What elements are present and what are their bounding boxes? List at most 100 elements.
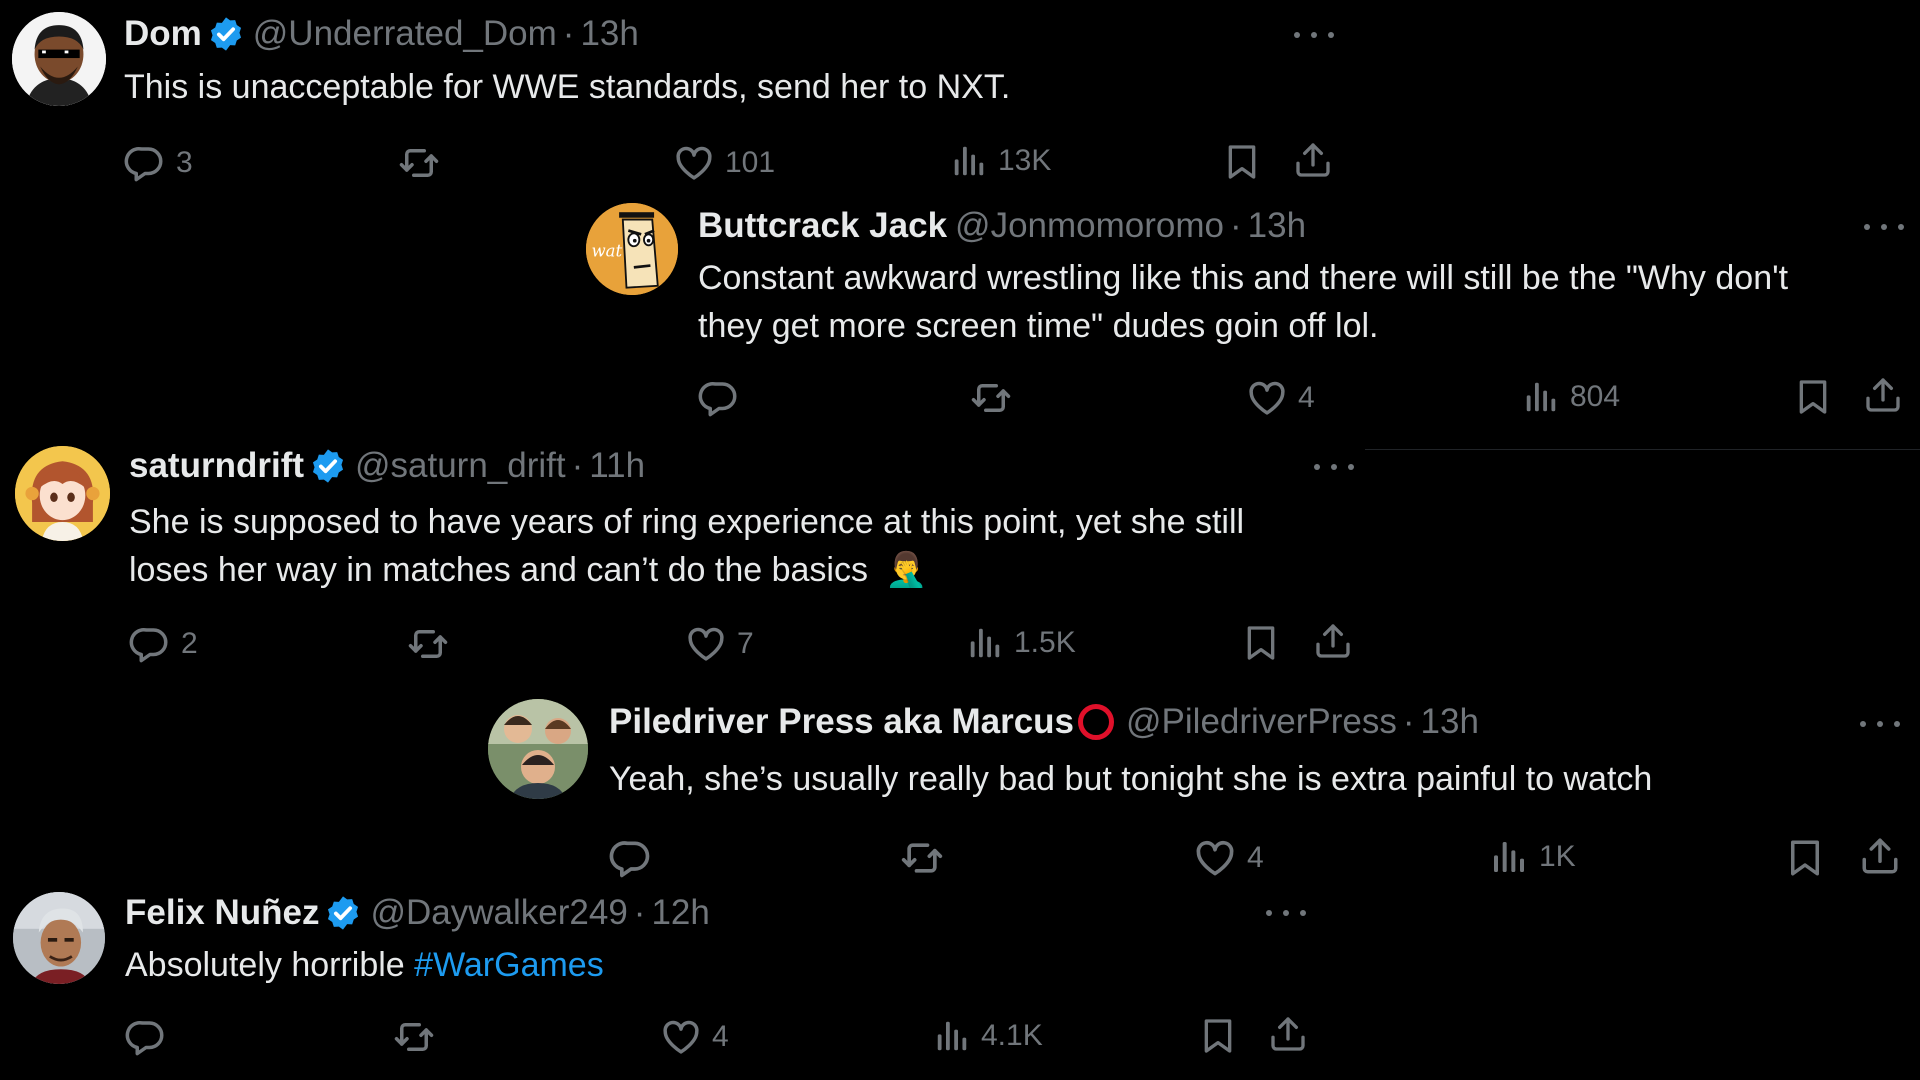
view-count: 804	[1570, 380, 1621, 413]
tweet-text-plain: Absolutely horrible	[125, 946, 415, 984]
tweet-piledriver-press[interactable]: Piledriver Press aka Marcus @PiledriverP…	[488, 695, 1920, 890]
tweet-text: Yeah, she’s usually really bad but tonig…	[609, 760, 1653, 798]
views-button[interactable]: 13K	[950, 142, 1051, 180]
share-button[interactable]	[1293, 140, 1333, 180]
more-icon[interactable]	[1294, 25, 1334, 45]
author-name[interactable]: Dom	[124, 14, 202, 54]
heart-icon	[660, 1016, 702, 1058]
avatar[interactable]	[488, 699, 588, 799]
like-button[interactable]: 7	[685, 623, 754, 665]
bookmark-button[interactable]	[1784, 837, 1826, 879]
views-button[interactable]: 804	[1522, 378, 1620, 416]
tweet-header: Dom @Underrated_Dom · 13h	[124, 14, 639, 54]
tweet-buttcrack-jack[interactable]: wat Buttcrack Jack @Jonmomoromo · 13h Co…	[586, 200, 1920, 445]
share-icon	[1313, 621, 1353, 661]
retweet-button[interactable]	[398, 142, 440, 184]
more-icon[interactable]	[1266, 903, 1306, 923]
author-handle[interactable]: @PiledriverPress	[1126, 702, 1397, 742]
author-name[interactable]: Piledriver Press aka Marcus	[609, 702, 1074, 742]
views-icon	[966, 624, 1004, 662]
bookmark-icon	[1793, 377, 1833, 417]
share-button[interactable]	[1859, 835, 1901, 877]
views-icon	[950, 142, 988, 180]
like-button[interactable]: 4	[1193, 836, 1264, 880]
share-icon	[1293, 140, 1333, 180]
avatar[interactable]	[13, 892, 105, 984]
retweet-button[interactable]	[900, 836, 944, 880]
verified-badge-icon	[207, 15, 245, 53]
more-icon[interactable]	[1864, 217, 1904, 237]
like-button[interactable]: 4	[1246, 377, 1315, 419]
separator-dot: ·	[1402, 702, 1415, 741]
tweet-header: Buttcrack Jack @Jonmomoromo · 13h	[698, 206, 1306, 246]
tweet-text-line-2: loses her way in matches and can’t do th…	[129, 546, 1244, 594]
tweet-text-line: they get more screen time" dudes goin of…	[698, 307, 1379, 345]
tweet-felix-nunez[interactable]: Felix Nuñez @Daywalker249 · 12h Absolute…	[0, 890, 1320, 1080]
share-button[interactable]	[1863, 375, 1903, 415]
tweet-dom[interactable]: Dom @Underrated_Dom · 13h This is unacce…	[0, 0, 1340, 200]
separator-dot: ·	[633, 893, 646, 932]
view-count: 1.5K	[1014, 626, 1076, 659]
bookmark-icon	[1784, 837, 1826, 879]
reply-button[interactable]: 2	[129, 623, 198, 665]
tweet-text-line: She is supposed to have years of ring ex…	[129, 503, 1245, 541]
timestamp[interactable]: 12h	[651, 893, 709, 933]
author-handle[interactable]: @Daywalker249	[370, 893, 627, 933]
tweet-saturndrift[interactable]: saturndrift @saturn_drift · 11h She is s…	[0, 440, 1360, 680]
share-button[interactable]	[1313, 621, 1353, 661]
bookmark-button[interactable]	[1198, 1016, 1238, 1056]
avatar-image-dom	[12, 12, 106, 106]
views-icon	[933, 1017, 971, 1055]
avatar-image-buttcrack-jack: wat	[586, 203, 678, 295]
bookmark-icon	[1198, 1016, 1238, 1056]
like-button[interactable]: 4	[660, 1016, 729, 1058]
retweet-button[interactable]	[393, 1016, 435, 1058]
like-button[interactable]: 101	[673, 142, 775, 184]
timestamp[interactable]: 13h	[580, 14, 638, 54]
retweet-button[interactable]	[970, 377, 1012, 419]
timestamp[interactable]: 13h	[1248, 206, 1306, 246]
reply-count: 2	[181, 627, 198, 660]
avatar[interactable]	[15, 446, 110, 541]
tweet-text: She is supposed to have years of ring ex…	[129, 498, 1244, 594]
separator-dot: ·	[562, 14, 575, 53]
reply-button[interactable]	[125, 1016, 167, 1058]
tweet-header: Piledriver Press aka Marcus @PiledriverP…	[609, 702, 1479, 742]
hashtag-link[interactable]: #WarGames	[414, 946, 604, 984]
like-count: 101	[725, 146, 776, 179]
verified-badge-icon	[309, 447, 347, 485]
avatar[interactable]	[12, 12, 106, 106]
heart-icon	[1246, 377, 1288, 419]
retweet-icon	[393, 1016, 435, 1058]
bookmark-button[interactable]	[1793, 377, 1833, 417]
views-button[interactable]: 4.1K	[933, 1017, 1043, 1055]
reply-button[interactable]	[609, 836, 653, 880]
share-icon	[1268, 1014, 1308, 1054]
view-count: 1K	[1539, 840, 1576, 873]
share-button[interactable]	[1268, 1014, 1308, 1054]
heart-icon	[1193, 836, 1237, 880]
like-count: 4	[712, 1020, 729, 1053]
author-name[interactable]: Felix Nuñez	[125, 893, 319, 933]
reply-button[interactable]	[698, 377, 740, 419]
views-button[interactable]: 1K	[1489, 837, 1576, 877]
timestamp[interactable]: 13h	[1421, 702, 1479, 742]
reply-icon	[129, 623, 171, 665]
author-name[interactable]: Buttcrack Jack	[698, 206, 947, 246]
author-name[interactable]: saturndrift	[129, 446, 304, 486]
author-handle[interactable]: @Jonmomoromo	[955, 206, 1224, 246]
retweet-button[interactable]	[407, 623, 449, 665]
tweet-text-line: Constant awkward wrestling like this and…	[698, 259, 1789, 297]
author-handle[interactable]: @saturn_drift	[355, 446, 566, 486]
timestamp[interactable]: 11h	[589, 446, 645, 486]
views-button[interactable]: 1.5K	[966, 624, 1076, 662]
bookmark-button[interactable]	[1241, 623, 1281, 663]
more-icon[interactable]	[1860, 714, 1900, 734]
reply-button[interactable]: 3	[124, 142, 193, 184]
avatar[interactable]: wat	[586, 203, 678, 295]
author-handle[interactable]: @Underrated_Dom	[253, 14, 557, 54]
bookmark-button[interactable]	[1222, 142, 1262, 182]
tweet-text: Constant awkward wrestling like this and…	[698, 254, 1788, 350]
views-icon	[1522, 378, 1560, 416]
more-icon[interactable]	[1314, 457, 1354, 477]
